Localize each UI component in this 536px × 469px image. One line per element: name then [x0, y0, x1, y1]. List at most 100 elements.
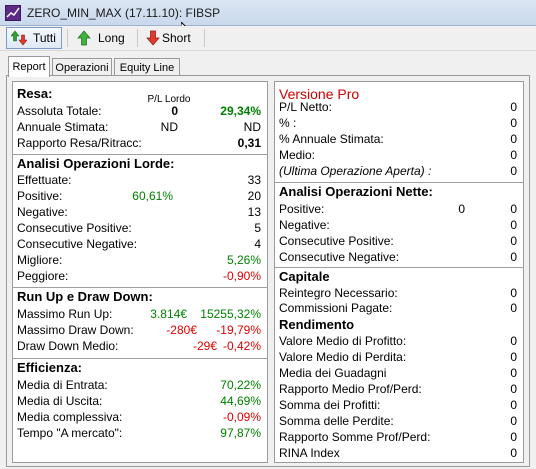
rendimento-value: 0: [510, 414, 517, 428]
efficienza-title: Efficienza:: [17, 360, 83, 375]
pro-value: 0: [510, 148, 517, 162]
toolbar: Tutti Long Short: [0, 26, 536, 51]
lorde-v2: 13: [247, 205, 261, 219]
pro-value: 0: [510, 116, 517, 130]
pro-label: (Ultima Operazione Aperta) :: [279, 164, 432, 178]
resa-label: Assoluta Totale:: [17, 104, 102, 118]
title-bar: ZERO_MIN_MAX (17.11.10): FIBSP: [0, 0, 536, 26]
lorde-label: Consecutive Negative:: [17, 237, 138, 251]
rendimento-label: Somma dei Profitti:: [279, 398, 381, 412]
efficienza-label: Media di Uscita:: [17, 394, 103, 408]
pro-value: 0: [510, 164, 517, 178]
capitale-label: Commissioni Pagate:: [279, 301, 393, 315]
lorde-v2: 4: [254, 237, 261, 251]
rendimento-label: RINA Index: [279, 446, 340, 460]
efficienza-label: Tempo "A mercato":: [17, 426, 123, 440]
runup-v2: -19,79%: [216, 323, 261, 337]
pro-value: 0: [510, 100, 517, 114]
pro-value: 0: [510, 132, 517, 146]
resa-label: Annuale Stimata:: [17, 120, 109, 134]
resa-v1: ND: [160, 120, 178, 134]
nette-value: 0: [510, 202, 517, 216]
rendimento-label: Somma delle Perdite:: [279, 414, 394, 428]
long-button[interactable]: Long: [72, 27, 132, 49]
rendimento-value: 0: [510, 382, 517, 396]
rendimento-value: 0: [510, 398, 517, 412]
pro-label: P/L Netto:: [279, 100, 332, 114]
resa-v2: ND: [243, 120, 261, 134]
efficienza-v2: -0,09%: [222, 410, 261, 424]
efficienza-v2: 70,22%: [220, 378, 261, 392]
efficienza-label: Media complessiva:: [17, 410, 123, 424]
up-down-arrows-icon: [11, 30, 27, 46]
runup-v1: -280€: [166, 323, 197, 337]
resa-label: Rapporto Resa/Ritracc:: [17, 136, 142, 150]
pro-label: % :: [279, 116, 297, 130]
pro-label: % Annuale Stimata:: [279, 132, 384, 146]
lorde-label: Negative:: [17, 205, 68, 219]
lorde-v2: 5,26%: [226, 253, 261, 267]
rendimento-label: Rapporto Somme Prof/Perd:: [279, 430, 431, 444]
nette-label: Consecutive Negative:: [279, 250, 400, 264]
lorde-v1: 60,61%: [132, 189, 173, 203]
left-column: Resa: P/L Lordo Assoluta Totale: 0 29,34…: [12, 81, 268, 463]
nette-value: 0: [510, 218, 517, 232]
rendimento-value: 0: [510, 430, 517, 444]
runup-label: Massimo Draw Down:: [17, 323, 134, 337]
chart-app-icon: [5, 4, 21, 21]
rendimento-value: 0: [510, 350, 517, 364]
rendimento-value: 0: [510, 446, 517, 460]
window-title: ZERO_MIN_MAX (17.11.10): FIBSP: [27, 5, 221, 20]
runup-title: Run Up e Draw Down:: [17, 289, 153, 304]
capitale-label: Reintegro Necessario:: [279, 286, 398, 300]
capitale-title: Capitale: [279, 269, 330, 284]
runup-v1: 3.814€: [150, 307, 187, 321]
nette-value: 0: [510, 234, 517, 248]
lorde-v2: 33: [247, 173, 261, 187]
tab-operazioni[interactable]: Operazioni: [52, 58, 112, 76]
toolbar-separator: [204, 29, 205, 47]
rendimento-value: 0: [510, 334, 517, 348]
tab-equity-line[interactable]: Equity Line: [114, 58, 180, 76]
pro-label: Medio:: [279, 148, 316, 162]
efficienza-v2: 44,69%: [220, 394, 261, 408]
lorde-label: Migliore:: [17, 253, 63, 267]
rendimento-value: 0: [510, 366, 517, 380]
resa-v2: 0,31: [237, 136, 261, 150]
resa-title: Resa:: [17, 86, 53, 101]
runup-label: Massimo Run Up:: [17, 307, 113, 321]
rendimento-label: Rapporto Medio Prof/Perd:: [279, 382, 422, 396]
lorde-label: Peggiore:: [17, 269, 69, 283]
nette-label: Positive:: [279, 202, 325, 216]
rendimento-label: Valore Medio di Perdita:: [279, 350, 407, 364]
runup-v2: 15255,32%: [200, 307, 261, 321]
rendimento-label: Media dei Guadagni: [279, 366, 387, 380]
runup-v2: -0,42%: [222, 339, 261, 353]
nette-label: Negative:: [279, 218, 330, 232]
lorde-v2: -0,90%: [222, 269, 261, 283]
lorde-v2: 20: [247, 189, 261, 203]
short-button[interactable]: Short: [141, 27, 201, 49]
tab-report[interactable]: Report: [8, 56, 50, 77]
lorde-label: Positive:: [17, 189, 63, 203]
resa-v2: 29,34%: [220, 104, 261, 118]
green-up-arrow-icon: [77, 30, 91, 46]
report-panel: Resa: P/L Lordo Assoluta Totale: 0 29,34…: [6, 75, 530, 467]
efficienza-label: Media di Entrata:: [17, 378, 108, 392]
tutti-button[interactable]: Tutti: [6, 27, 62, 49]
efficienza-v2: 97,87%: [220, 426, 261, 440]
lorde-title: Analisi Operazioni Lorde:: [17, 156, 175, 171]
rendimento-label: Valore Medio di Profitto:: [279, 334, 407, 348]
nette-value: 0: [510, 250, 517, 264]
lorde-v2: 5: [254, 221, 261, 235]
runup-label: Draw Down Medio:: [17, 339, 119, 353]
resa-v1: 0: [171, 104, 178, 118]
lorde-label: Consecutive Positive:: [17, 221, 132, 235]
red-down-arrow-icon: [146, 30, 160, 46]
capitale-value: 0: [510, 301, 517, 315]
capitale-value: 0: [510, 286, 517, 300]
toolbar-separator: [67, 29, 68, 47]
nette-title: Analisi Operazioni Nette:: [279, 184, 433, 199]
nette-label: Consecutive Positive:: [279, 234, 394, 248]
rendimento-title: Rendimento: [279, 317, 355, 332]
